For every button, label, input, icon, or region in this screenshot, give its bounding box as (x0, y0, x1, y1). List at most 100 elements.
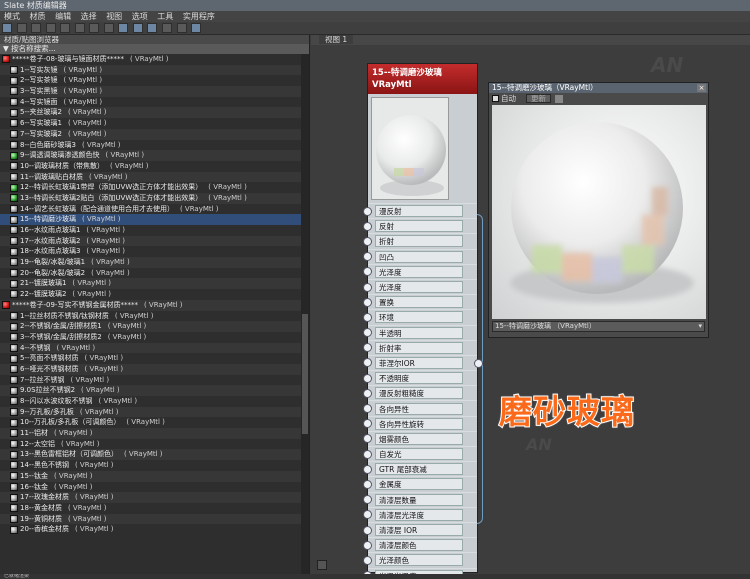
material-row[interactable]: 9--万孔板/多孔板 ( VRayMtl ) (0, 406, 302, 418)
material-row[interactable]: 6--哑光不锈钢材质 ( VRayMtl ) (0, 363, 302, 375)
material-row[interactable]: 18--黄金材质 ( VRayMtl ) (0, 503, 302, 514)
material-row[interactable]: 9--调透调玻璃渗透颜色快 ( VRayMtl ) (0, 150, 302, 161)
material-row[interactable]: 3--写实黑镜 ( VRayMtl ) (0, 86, 302, 97)
output-socket[interactable] (474, 359, 483, 368)
menu-mode[interactable]: 模式 (4, 12, 20, 21)
material-row[interactable]: 8--白色磨砂玻璃3 ( VRayMtl ) (0, 140, 302, 151)
put-to-scene-icon[interactable] (31, 23, 42, 33)
material-row[interactable]: 14--调艺长虹玻璃（配合通道使用合用才去使用） ( VRayMtl ) (0, 204, 302, 215)
material-row[interactable]: 4--写实镜面 ( VRayMtl ) (0, 97, 302, 108)
material-row[interactable]: 5--夹丝玻璃2 ( VRayMtl ) (0, 107, 302, 119)
material-row[interactable]: 8--闪以水波纹板不锈钢 ( VRayMtl ) (0, 396, 302, 407)
input-socket[interactable] (363, 388, 372, 398)
material-row[interactable]: 18--水纹雨点玻璃3 ( VRayMtl ) (0, 246, 302, 257)
material-row[interactable]: 17--玫瑰金材质 ( VRayMtl ) (0, 492, 302, 503)
input-socket[interactable] (363, 373, 372, 383)
pin-icon[interactable] (555, 94, 563, 103)
material-row[interactable]: 20--龟裂/冰裂/玻璃2 ( VRayMtl ) (0, 268, 302, 279)
show-background-icon[interactable] (118, 23, 129, 33)
material-row[interactable]: 21--镀膜玻璃1 ( VRayMtl ) (0, 278, 302, 290)
zoom-extents-icon[interactable] (191, 23, 202, 33)
menu-options[interactable]: 选项 (132, 12, 148, 21)
input-socket[interactable] (363, 297, 372, 307)
input-socket[interactable] (363, 206, 372, 216)
input-socket[interactable] (363, 312, 372, 322)
material-row[interactable]: 6--写实玻璃1 ( VRayMtl ) (0, 118, 302, 129)
layout-all-icon[interactable] (132, 23, 143, 33)
input-socket[interactable] (363, 343, 372, 353)
material-group-row[interactable]: *****卷子-09-写实不锈钢金属材质***** ( VRayMtl ) (0, 299, 302, 311)
menu-material[interactable]: 材质 (30, 12, 46, 21)
browser-scrollbar[interactable] (301, 54, 309, 574)
menu-tools[interactable]: 工具 (157, 12, 173, 21)
material-node[interactable]: 15--特调磨沙玻璃 VRayMtl 漫反射 反射 折射 凹凸 光泽度 光泽度 置换环 (363, 63, 483, 574)
input-socket[interactable] (363, 267, 372, 277)
close-icon[interactable]: × (697, 84, 706, 92)
material-row[interactable]: 12--太空铝 ( VRayMtl ) (0, 439, 302, 450)
node-view[interactable]: 视图 1 AN AN 15--特调磨沙玻璃 VRayMtl 漫反射 反射 折射 … (311, 35, 750, 574)
material-row[interactable]: 4--不锈钢 ( VRayMtl ) (0, 342, 302, 354)
menu-view[interactable]: 视图 (106, 12, 122, 21)
material-row[interactable]: 5--亮面不锈钢材质 ( VRayMtl ) (0, 353, 302, 364)
material-row[interactable]: 13--特调长虹玻璃2贴白（添加UVW选正方体才能出效果） ( VRayMtl ) (0, 192, 302, 204)
input-socket[interactable] (363, 525, 372, 535)
material-group-row[interactable]: *****卷子-08-玻璃与镜面材质***** ( VRayMtl ) (0, 54, 302, 65)
material-parameter-icon[interactable] (162, 23, 173, 33)
move-children-icon[interactable] (74, 23, 85, 33)
input-socket[interactable] (363, 434, 372, 444)
input-socket[interactable] (363, 540, 372, 550)
menu-utilities[interactable]: 实用程序 (183, 12, 215, 21)
input-socket[interactable] (363, 282, 372, 292)
layout-children-icon[interactable] (147, 23, 158, 33)
material-row[interactable]: 2--写实茶镜 ( VRayMtl ) (0, 75, 302, 86)
material-row[interactable]: 7--写实玻璃2 ( VRayMtl ) (0, 128, 302, 140)
material-row[interactable]: 11--调玻璃贴白材质 ( VRayMtl ) (0, 171, 302, 183)
material-row[interactable]: 16--钛金 ( VRayMtl ) (0, 482, 302, 493)
hide-unused-icon[interactable] (89, 23, 100, 33)
input-socket[interactable] (363, 479, 372, 489)
show-map-icon[interactable] (103, 23, 114, 33)
material-row[interactable]: 20--香槟金材质 ( VRayMtl ) (0, 524, 302, 535)
preview-window[interactable]: 15--特调磨沙玻璃（VRayMtl） × 自动 更新 15--特调磨沙玻璃 （… (488, 82, 709, 338)
material-row[interactable]: 3--不锈钢/金属/刮擦材质2 ( VRayMtl ) (0, 332, 302, 343)
material-row[interactable]: 9.0S拉丝不锈钢2 ( VRayMtl ) (0, 385, 302, 396)
material-row[interactable]: 19--黄铜材质 ( VRayMtl ) (0, 513, 302, 525)
input-socket[interactable] (363, 555, 372, 565)
pan-icon[interactable] (317, 560, 327, 570)
input-socket[interactable] (363, 419, 372, 429)
delete-icon[interactable] (60, 23, 71, 33)
scrollbar-thumb[interactable] (302, 314, 308, 434)
material-row[interactable]: 1--拉丝材质不锈钢/钛钢材质 ( VRayMtl ) (0, 311, 302, 322)
search-by-name[interactable]: ▼ 按名称搜索... (0, 44, 309, 54)
input-socket[interactable] (363, 495, 372, 505)
tab-view-1[interactable]: 视图 1 (319, 35, 354, 44)
material-row[interactable]: 17--水纹雨点玻璃2 ( VRayMtl ) (0, 235, 302, 247)
preview-material-select[interactable]: 15--特调磨沙玻璃 （VRayMtl） ▾ (492, 321, 705, 332)
menu-select[interactable]: 选择 (81, 12, 97, 21)
input-socket[interactable] (363, 510, 372, 520)
pick-material-icon[interactable] (16, 23, 27, 33)
update-button[interactable]: 更新 (526, 94, 551, 103)
material-row[interactable]: 7--拉丝不锈钢 ( VRayMtl ) (0, 375, 302, 386)
material-row[interactable]: 13--黑色雷框铝材（可调颜色） ( VRayMtl ) (0, 449, 302, 461)
preview-title-bar[interactable]: 15--特调磨沙玻璃（VRayMtl） × (489, 83, 708, 93)
input-socket[interactable] (363, 404, 372, 414)
input-socket[interactable] (363, 221, 372, 231)
material-row[interactable]: 10--调玻璃材质（带焦散） ( VRayMtl ) (0, 161, 302, 172)
input-socket[interactable] (363, 464, 372, 474)
material-row[interactable]: 10--万孔板/多孔板（可调颜色） ( VRayMtl ) (0, 417, 302, 428)
menu-edit[interactable]: 编辑 (55, 12, 71, 21)
auto-checkbox[interactable] (492, 95, 499, 102)
material-row[interactable]: 14--黑色不锈钢 ( VRayMtl ) (0, 460, 302, 471)
select-by-material-icon[interactable] (176, 23, 187, 33)
material-row[interactable]: 16--水纹雨点玻璃1 ( VRayMtl ) (0, 225, 302, 236)
input-socket[interactable] (363, 236, 372, 246)
input-socket[interactable] (363, 328, 372, 338)
assign-material-icon[interactable] (45, 23, 56, 33)
input-socket[interactable] (363, 252, 372, 262)
node-header[interactable]: 15--特调磨沙玻璃 VRayMtl (368, 64, 477, 94)
material-row[interactable]: 1--写实灰镜 ( VRayMtl ) (0, 64, 302, 76)
material-row[interactable]: 12--特调长虹玻璃1带焊（添加UVW选正方体才能出效果） ( VRayMtl ) (0, 182, 302, 193)
input-socket[interactable] (363, 358, 372, 368)
select-tool-icon[interactable] (2, 23, 12, 33)
